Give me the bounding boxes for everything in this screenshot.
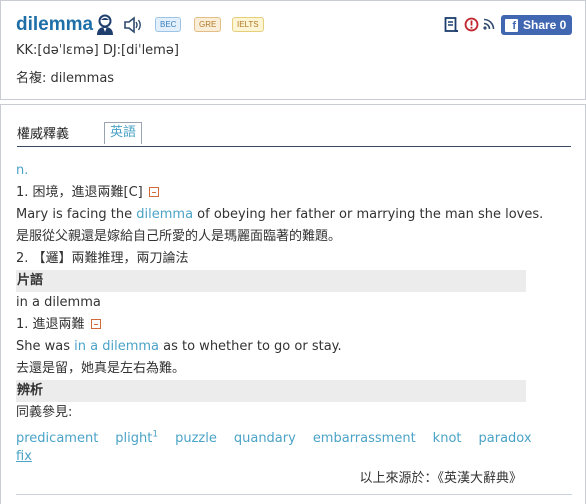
tag-gre: GRE [194,17,222,32]
speaker-icon[interactable] [123,16,143,34]
phrase: in a dilemma [16,295,101,310]
synonym-link[interactable]: knot [433,431,462,446]
source-tabs: 權威釋義 英語 [17,121,571,147]
synonym-text: plight [115,431,153,447]
facebook-share-button[interactable]: f Share 0 [501,15,572,35]
share-label: Share 0 [523,18,567,32]
synonym-link[interactable]: plight1 [115,430,159,447]
synonym-list-cont: fix [16,446,526,468]
sense-1-text: 1. 困境，進退兩難[C] [16,185,143,200]
example-2: She was in a dilemma as to whether to go… [16,336,526,358]
phrase-sense: 1. 進退兩難 [16,314,526,336]
example-text: as to whether to go or stay. [159,339,342,354]
superscript: 1 [152,430,159,440]
divider [16,494,572,495]
synonym-link[interactable]: embarrassment [313,431,416,446]
report-icon[interactable] [464,17,479,32]
synonym-link[interactable]: quandary [234,431,296,446]
synonym-link[interactable]: puzzle [175,431,217,446]
definition-panel: 權威釋義 英語 n. 1. 困境，進退兩難[C] Mary is facing … [0,104,586,504]
example-2-translation: 去還是留，她真是左右為難。 [16,361,186,376]
tag-ielts: IELTS [232,17,264,32]
synonym-label: 同義參見: [16,405,73,420]
example-text: of obeying her father or marrying the ma… [193,207,544,222]
facebook-icon: f [505,18,518,32]
word-header-panel: dilemma BEC GRE IELTS f Share 0 KK:[dəˈl… [0,0,586,100]
tab-english[interactable]: 英語 [104,122,143,144]
example-1-translation: 是服從父親還是嫁給自己所愛的人是瑪麗面臨著的難題。 [16,229,342,244]
phrases-heading: 片語 [16,270,526,292]
example-1: Mary is facing the dilemma of obeying he… [16,204,543,226]
analysis-heading: 辨析 [16,380,526,402]
keyword-link[interactable]: dilemma [136,207,193,222]
tag-bec: BEC [155,17,182,32]
keyword-link[interactable]: in a dilemma [74,339,159,354]
rss-icon[interactable] [483,18,495,30]
pronunciation: KK:[dəˈlɛmə] DJ:[diˈlemə] [16,43,179,58]
synonym-list: predicament plight1 puzzle quandary embarras… [16,424,532,447]
example-text: She was [16,339,75,354]
book-icon[interactable] [444,17,459,33]
example-text: Mary is facing the [16,207,137,222]
synonym-link[interactable]: predicament [16,431,98,446]
headword: dilemma [16,14,94,35]
entry-content: n. 1. 困境，進退兩難[C] Mary is facing the dile… [16,160,543,490]
sense-1: 1. 困境，進退兩難[C] [16,182,526,204]
synonym-link[interactable]: paradox [479,431,532,446]
source-attribution: 以上來源於：《英漢大辭典》 [359,471,522,486]
collapse-icon[interactable] [90,319,101,329]
phrase-sense-text: 1. 進退兩難 [16,317,85,332]
person-icon[interactable] [96,14,114,36]
sense-2: 2. 【邏】兩難推理，兩刀論法 [16,251,189,266]
plural-form: 名複: dilemmas [16,71,115,86]
section-title: 權威釋義 [17,127,70,142]
synonym-link[interactable]: fix [16,449,32,464]
collapse-icon[interactable] [148,187,159,197]
part-of-speech: n. [16,163,29,178]
